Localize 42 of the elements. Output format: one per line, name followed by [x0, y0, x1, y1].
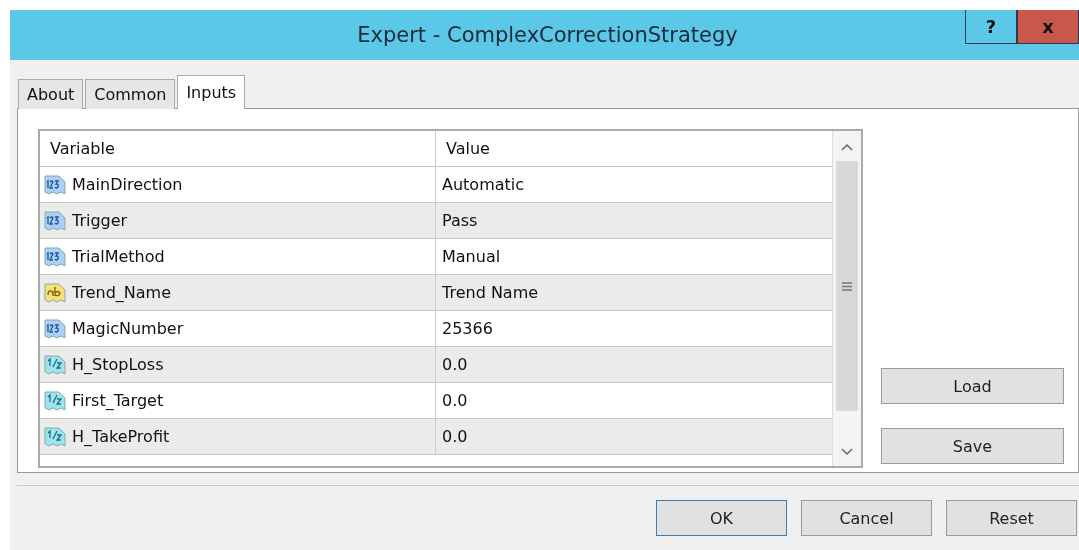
side-button[interactable]: Save — [881, 428, 1064, 464]
scrollbar[interactable] — [832, 131, 861, 466]
help-button[interactable]: ? — [965, 10, 1017, 44]
scroll-thumb[interactable] — [836, 161, 858, 411]
fraction-type-icon — [44, 425, 66, 448]
dialog-button[interactable]: Reset — [946, 500, 1077, 536]
column-header[interactable]: Variable — [40, 131, 436, 166]
column-header[interactable]: Value — [436, 131, 832, 166]
table-cell[interactable]: 25366 — [436, 311, 832, 346]
table-cell[interactable]: Pass — [436, 203, 832, 238]
variable-name: Trigger — [72, 211, 128, 230]
fraction-type-icon — [44, 353, 66, 376]
window-title: Expert - ComplexCorrectionStrategy — [356, 22, 739, 49]
table-cell[interactable]: Manual — [436, 239, 832, 274]
variable-name: H_TakeProfit — [72, 427, 170, 446]
variable-name: MainDirection — [72, 175, 183, 194]
table-cell[interactable]: 0.0 — [436, 347, 832, 382]
table-cell[interactable]: Trend Name — [436, 275, 832, 310]
tab[interactable]: Common — [85, 79, 176, 109]
table-cell[interactable]: 0.0 — [436, 383, 832, 418]
tab[interactable]: Inputs — [177, 75, 246, 109]
dialog-button[interactable]: OK — [656, 500, 787, 536]
fraction-type-icon — [44, 389, 66, 412]
variable-name: First_Target — [72, 391, 164, 410]
table-cell[interactable]: Automatic — [436, 167, 832, 202]
table-cell[interactable]: 0.0 — [436, 419, 832, 454]
scroll-up-icon[interactable] — [841, 143, 853, 151]
grip-icon — [842, 281, 852, 291]
number-type-icon — [44, 245, 66, 268]
variable-name: TrialMethod — [72, 247, 165, 266]
dialog-button[interactable]: Cancel — [801, 500, 932, 536]
number-type-icon — [44, 209, 66, 232]
tab[interactable]: About — [18, 79, 84, 109]
variable-name: Trend_Name — [72, 283, 171, 302]
variable-name: H_StopLoss — [72, 355, 164, 374]
number-type-icon — [44, 317, 66, 340]
variable-name: MagicNumber — [72, 319, 184, 338]
close-button[interactable]: x — [1017, 10, 1079, 44]
text-type-icon — [44, 281, 66, 304]
scroll-down-icon[interactable] — [841, 448, 853, 456]
side-button[interactable]: Load — [881, 368, 1064, 404]
number-type-icon — [44, 173, 66, 196]
